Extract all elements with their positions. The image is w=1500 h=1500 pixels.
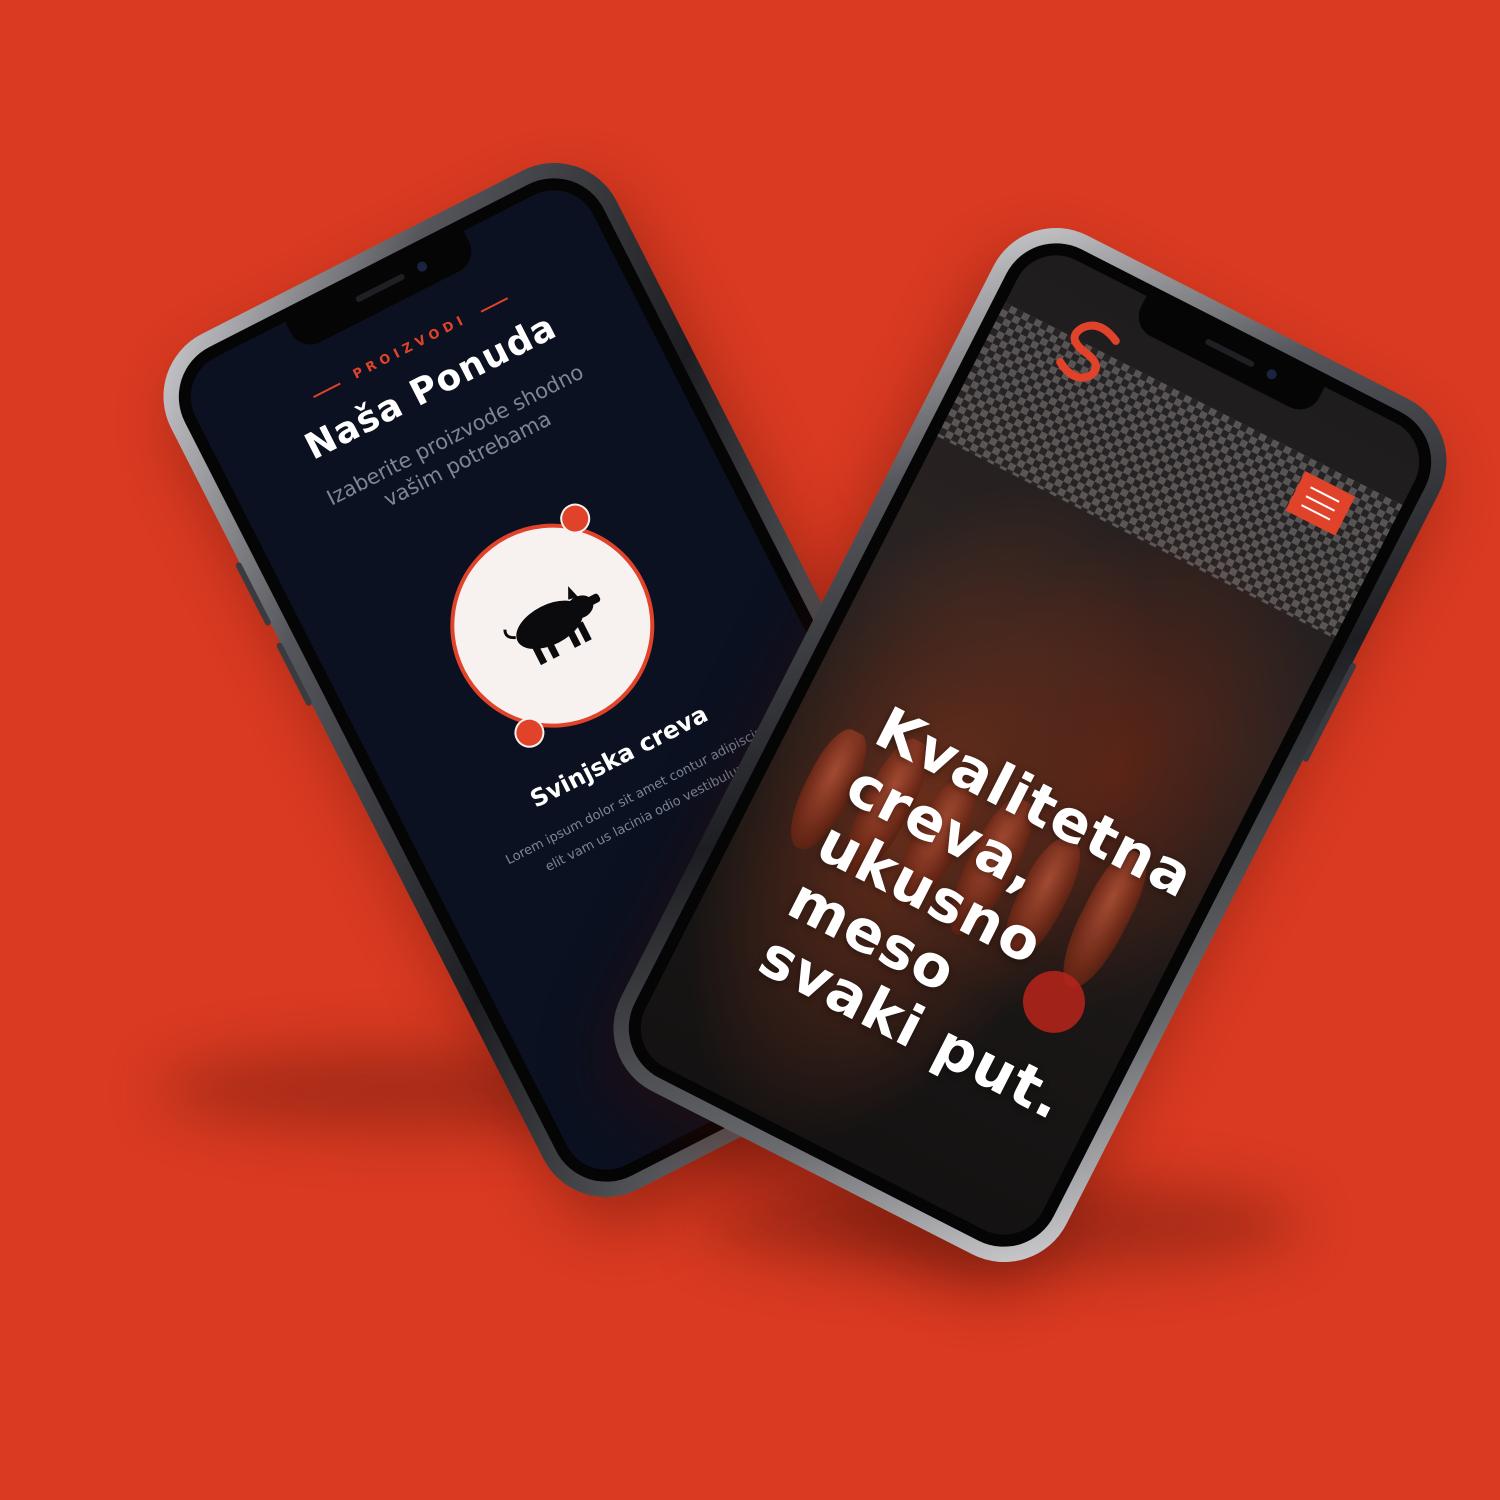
camera bbox=[415, 259, 429, 274]
eyebrow-dash bbox=[480, 296, 509, 313]
product-badge-pig[interactable] bbox=[415, 488, 690, 763]
speaker bbox=[354, 273, 406, 303]
badge-circle bbox=[415, 488, 690, 763]
speaker bbox=[1204, 338, 1256, 368]
pig-icon bbox=[503, 586, 601, 666]
checkered-awning bbox=[937, 302, 1403, 639]
eyebrow-dash bbox=[312, 382, 341, 398]
camera bbox=[1264, 367, 1279, 382]
